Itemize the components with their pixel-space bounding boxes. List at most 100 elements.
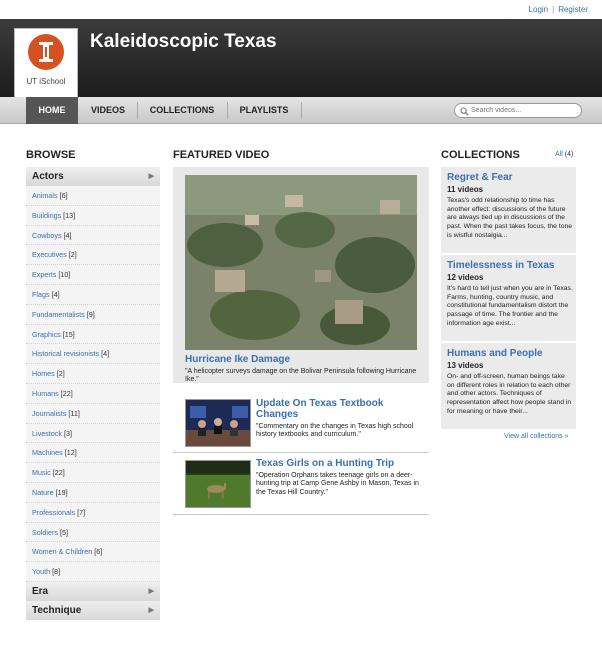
all-label[interactable]: All xyxy=(555,151,563,158)
list-item[interactable]: Humans [22] xyxy=(26,384,160,404)
actor-count: [9] xyxy=(86,309,95,319)
nav-playlists[interactable]: PLAYLISTS xyxy=(228,97,300,124)
list-item[interactable]: Journalists [11] xyxy=(26,404,160,424)
newsroom-image xyxy=(186,400,250,446)
video-description: "Commentary on the changes in Texas high… xyxy=(256,423,414,439)
actor-link[interactable]: Graphics xyxy=(32,330,61,339)
list-item[interactable]: Music [22] xyxy=(26,463,160,483)
list-item[interactable]: Historical revisionists [4] xyxy=(26,344,160,365)
list-item[interactable]: Youth [8] xyxy=(26,562,160,582)
actor-link[interactable]: Historical revisionists xyxy=(32,349,99,358)
logo-pillar-icon xyxy=(39,42,53,62)
actor-link[interactable]: Homes xyxy=(32,369,55,378)
page: Login | Register UT iSchool Kaleidoscopic … xyxy=(0,0,602,647)
actor-link[interactable]: Professionals xyxy=(32,508,75,517)
browse-category-era[interactable]: Era ▶ xyxy=(26,581,160,601)
actor-count: [6] xyxy=(59,191,68,200)
list-item[interactable]: Machines [12] xyxy=(26,443,160,464)
nav-home[interactable]: HOME xyxy=(26,97,78,124)
actor-link[interactable]: Soldiers xyxy=(32,528,58,537)
actor-link[interactable]: Machines xyxy=(32,448,63,457)
actor-link[interactable]: Experts xyxy=(32,270,56,279)
list-item[interactable]: Fundamentalists [9] xyxy=(26,305,160,325)
collection-title[interactable]: Regret & Fear xyxy=(447,172,513,183)
actor-link[interactable]: Flags xyxy=(32,290,50,299)
list-item[interactable]: Animals [6] xyxy=(26,186,160,206)
ut-ischool-logo[interactable]: UT iSchool xyxy=(14,28,78,102)
actor-link[interactable]: Nature xyxy=(32,488,54,497)
register-link[interactable]: Register xyxy=(558,5,588,14)
actor-count: [2] xyxy=(56,369,65,379)
site-title[interactable]: Kaleidoscopic Texas xyxy=(90,31,277,53)
category-label: Technique xyxy=(32,604,82,616)
actor-link[interactable]: Livestock xyxy=(32,429,62,438)
all-count: (4) xyxy=(564,151,574,158)
search-box[interactable] xyxy=(454,103,582,118)
arrow-right-icon: ▶ xyxy=(148,606,154,614)
flooded-houses-image xyxy=(185,175,417,350)
browse-category-technique[interactable]: Technique ▶ xyxy=(26,600,160,620)
list-item[interactable]: Livestock [3] xyxy=(26,424,160,444)
list-item[interactable]: Flags [4] xyxy=(26,285,160,305)
collection-card[interactable]: Humans and People 13 videos On- and off-… xyxy=(441,343,576,429)
collection-card[interactable]: Regret & Fear 11 videos Texas's odd rela… xyxy=(441,167,576,253)
actor-count: [15] xyxy=(62,329,75,339)
list-item[interactable]: Soldiers [5] xyxy=(26,523,160,543)
list-item[interactable]: Women & Children [6] xyxy=(26,542,160,563)
actor-count: [3] xyxy=(63,428,72,438)
nav-videos[interactable]: VIDEOS xyxy=(80,97,136,124)
list-item[interactable]: Buildings [13] xyxy=(26,206,160,226)
list-item[interactable]: Nature [19] xyxy=(26,483,160,503)
featured-video-thumbnail[interactable] xyxy=(185,175,417,350)
featured-video-description: "A helicopter surveys damage on the Boli… xyxy=(185,368,417,384)
list-item[interactable]: Homes [2] xyxy=(26,364,160,384)
actor-count: [8] xyxy=(52,567,61,577)
actor-link[interactable]: Animals xyxy=(32,191,58,200)
list-item[interactable]: Executives [2] xyxy=(26,245,160,266)
view-all-collections-link[interactable]: View all collections » xyxy=(504,433,568,440)
utility-links: Login | Register xyxy=(529,5,588,14)
actor-count: [2] xyxy=(68,250,77,260)
actor-link[interactable]: Youth xyxy=(32,567,50,576)
collection-description: It's hard to tell just when you are in T… xyxy=(447,285,573,327)
list-item[interactable]: Experts [10] xyxy=(26,265,160,285)
actor-link[interactable]: Music xyxy=(32,468,51,477)
featured-heading: FEATURED VIDEO xyxy=(173,149,270,161)
collection-title[interactable]: Timelessness in Texas xyxy=(447,260,554,271)
actor-link[interactable]: Buildings xyxy=(32,211,61,220)
actor-link[interactable]: Fundamentalists xyxy=(32,310,85,319)
collections-heading: COLLECTIONS xyxy=(441,149,520,161)
nav-divider xyxy=(301,102,302,119)
actor-count: [12] xyxy=(64,448,77,458)
arrow-right-icon: ▶ xyxy=(148,587,154,595)
list-item[interactable]: Professionals [7] xyxy=(26,503,160,523)
collection-description: On- and off-screen, human beings take on… xyxy=(447,373,572,415)
main-nav: HOME VIDEOS COLLECTIONS PLAYLISTS xyxy=(0,97,602,124)
actor-link[interactable]: Humans xyxy=(32,389,59,398)
search-icon xyxy=(460,107,469,116)
category-label: Era xyxy=(32,585,49,597)
collection-card[interactable]: Timelessness in Texas 12 videos It's har… xyxy=(441,255,576,341)
collections-all-link[interactable]: All (4) xyxy=(555,151,573,158)
login-link[interactable]: Login xyxy=(529,5,549,14)
list-item[interactable]: Cowboys [4] xyxy=(26,226,160,246)
featured-video-title[interactable]: Hurricane Ike Damage xyxy=(185,354,290,365)
actor-link[interactable]: Women & Children xyxy=(32,547,92,556)
actor-link[interactable]: Cowboys xyxy=(32,231,62,240)
list-item[interactable]: Graphics [15] xyxy=(26,325,160,345)
arrow-right-icon: ▶ xyxy=(148,173,154,180)
search-input[interactable] xyxy=(471,105,577,116)
actor-link[interactable]: Journalists xyxy=(32,409,66,418)
actor-link[interactable]: Executives xyxy=(32,250,67,259)
collection-title[interactable]: Humans and People xyxy=(447,348,543,359)
video-thumbnail[interactable] xyxy=(185,399,251,447)
video-title[interactable]: Texas Girls on a Hunting Trip xyxy=(256,458,426,469)
actor-count: [4] xyxy=(63,230,72,240)
deer-field-image xyxy=(186,461,250,507)
collection-description: Texas's odd relationship to time has ano… xyxy=(447,197,573,239)
util-separator: | xyxy=(552,5,555,14)
nav-collections[interactable]: COLLECTIONS xyxy=(138,97,226,124)
video-title[interactable]: Update On Texas Textbook Changes xyxy=(256,398,426,420)
video-thumbnail[interactable] xyxy=(185,460,251,508)
browse-category-actors[interactable]: Actors ▶ xyxy=(26,167,160,186)
